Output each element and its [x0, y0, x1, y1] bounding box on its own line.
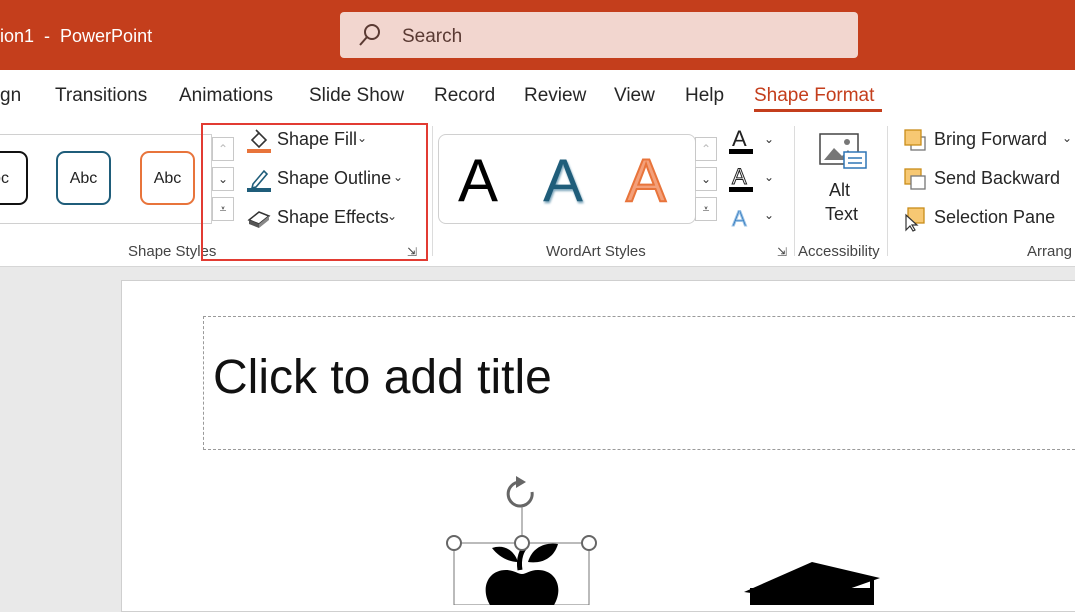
group-separator — [794, 126, 795, 256]
selection-pane-icon — [905, 207, 925, 232]
title-placeholder-text: Click to add title — [213, 351, 552, 404]
group-label-arrange: Arrang — [1027, 243, 1073, 260]
bring-forward-button[interactable]: Bring Forward ⌄ — [904, 128, 1072, 154]
chevron-down-icon: ⌄ — [1062, 131, 1073, 145]
tab-design[interactable]: gn — [0, 85, 21, 107]
resize-handle[interactable] — [446, 535, 462, 551]
group-label-accessibility: Accessibility — [798, 243, 880, 260]
send-backward-icon — [904, 168, 926, 190]
wordart-sample-teal[interactable]: A — [543, 146, 583, 215]
group-label-wordart-styles: WordArt Styles — [546, 243, 646, 260]
bring-forward-label: Bring Forward — [934, 129, 1048, 149]
ribbon: bc Abc Abc ⌃ ⌄ ⩡ Shape Styles Shape Fill… — [0, 116, 1075, 267]
tab-slide-show[interactable]: Slide Show — [309, 85, 404, 107]
svg-text:A: A — [732, 206, 747, 231]
selected-shape[interactable] — [440, 470, 610, 605]
svg-text:A: A — [732, 164, 747, 189]
tab-help[interactable]: Help — [685, 85, 724, 107]
title-bar: ion1 - PowerPoint Search — [0, 0, 1075, 70]
selection-pane-button[interactable]: Selection Pane — [904, 206, 1074, 232]
svg-text:A: A — [732, 126, 747, 151]
selection-pane-label: Selection Pane — [934, 207, 1056, 227]
ribbon-tabs: gn Transitions Animations Slide Show Rec… — [0, 70, 1075, 116]
highlight-box — [201, 123, 428, 261]
tab-shape-format[interactable]: Shape Format — [754, 85, 874, 107]
text-outline-icon: A — [729, 164, 753, 192]
search-icon — [359, 24, 380, 46]
bring-forward-icon — [904, 129, 926, 151]
tab-review[interactable]: Review — [524, 85, 586, 107]
active-tab-indicator — [754, 109, 882, 112]
wordart-more-button[interactable]: ⩡ — [695, 197, 717, 221]
tab-animations[interactable]: Animations — [179, 85, 273, 107]
group-separator — [432, 126, 433, 256]
window-title: ion1 - PowerPoint — [0, 26, 153, 46]
wordart-sample-orange[interactable]: A — [625, 146, 667, 215]
tab-transitions[interactable]: Transitions — [55, 85, 147, 107]
chevron-down-icon: ⌄ — [764, 170, 775, 184]
graduation-cap-icon[interactable] — [740, 558, 885, 605]
text-fill-button[interactable]: A ⌄ — [728, 126, 776, 156]
wordart-scroll-down-button[interactable]: ⌄ — [695, 167, 717, 191]
shape-style-thumb-1[interactable]: bc — [0, 151, 28, 205]
alt-text-label-line2: Text — [825, 204, 859, 224]
group-separator — [887, 126, 888, 256]
shape-style-thumb-2[interactable]: Abc — [56, 151, 111, 205]
search-placeholder: Search — [402, 26, 463, 47]
text-effects-button[interactable]: A ⌄ — [728, 202, 776, 232]
chevron-down-icon: ⌄ — [764, 208, 775, 222]
tab-record[interactable]: Record — [434, 85, 495, 107]
send-backward-button[interactable]: Send Backward — [904, 167, 1074, 193]
rotate-handle-icon[interactable] — [506, 476, 534, 508]
send-backward-label: Send Backward — [934, 168, 1061, 188]
tab-view[interactable]: View — [614, 85, 655, 107]
resize-handle[interactable] — [581, 535, 597, 551]
search-box[interactable]: Search — [340, 12, 858, 58]
wordart-scroll-up-button[interactable]: ⌃ — [695, 137, 717, 161]
shape-style-thumb-3[interactable]: Abc — [140, 151, 195, 205]
alt-text-label-line1: Alt — [829, 180, 851, 200]
font-color-icon: A — [729, 126, 753, 154]
text-effects-icon: A — [732, 206, 748, 232]
alt-text-icon — [819, 133, 867, 169]
alt-text-button[interactable]: Alt Text — [812, 130, 870, 230]
resize-handle[interactable] — [514, 535, 530, 551]
wordart-sample-black[interactable]: A — [458, 146, 498, 215]
chevron-down-icon: ⌄ — [764, 132, 775, 146]
dialog-launcher-icon[interactable]: ⇲ — [777, 245, 787, 259]
text-outline-button[interactable]: A ⌄ — [728, 164, 776, 194]
apple-icon — [485, 543, 559, 605]
